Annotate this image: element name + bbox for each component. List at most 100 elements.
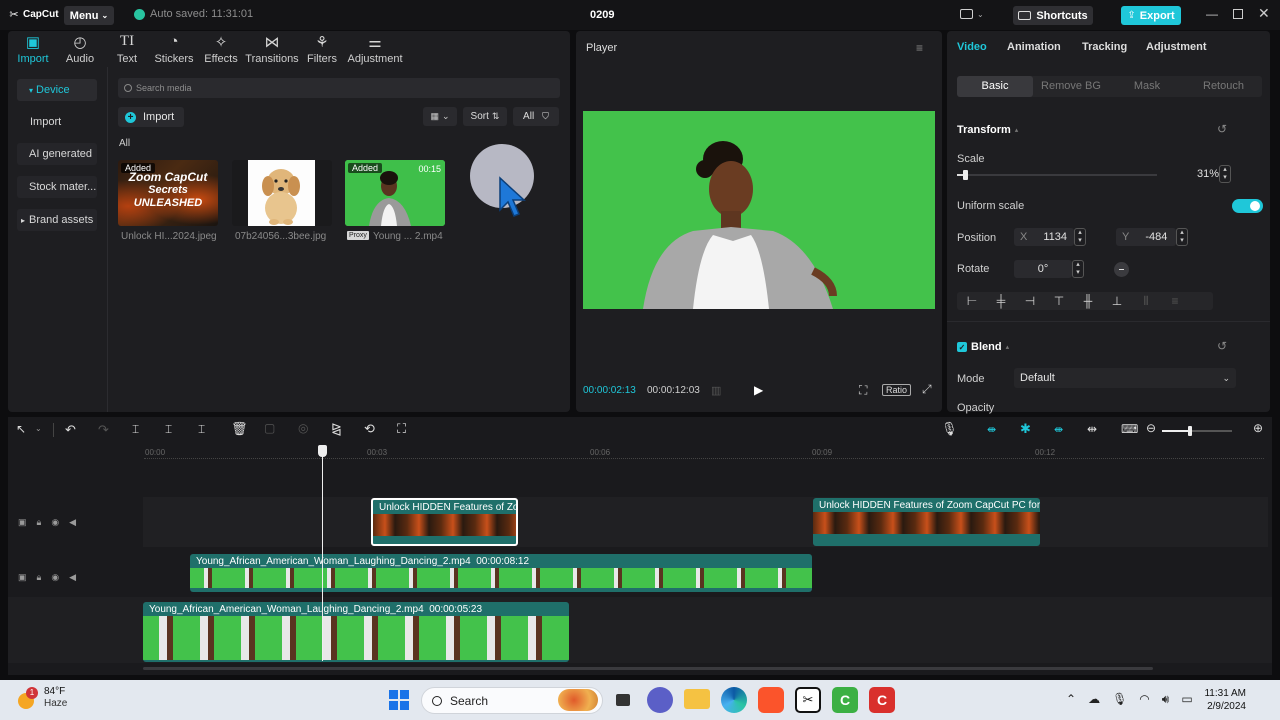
crop-icon[interactable]: ⛶: [397, 421, 406, 437]
preview-axis-icon[interactable]: ⇹: [1087, 422, 1097, 436]
tab-adjustment[interactable]: Adjustment: [1146, 41, 1207, 53]
screenshot-icon[interactable]: ⛶: [859, 383, 867, 398]
player-menu-icon[interactable]: ≡: [916, 41, 923, 55]
align-center-h-icon[interactable]: ╪: [990, 292, 1012, 310]
rotate-dial[interactable]: [1114, 262, 1129, 277]
timeline-clip-image-1[interactable]: Unlock HIDDEN Features of Zoo: [371, 498, 518, 546]
brave-icon[interactable]: [758, 687, 784, 713]
split-icon[interactable]: ⌶: [132, 422, 139, 437]
scale-slider[interactable]: [957, 170, 1157, 180]
position-x-input[interactable]: X 1134: [1014, 228, 1074, 246]
speaker-icon[interactable]: ◀: [69, 572, 76, 583]
track-toggle-icon[interactable]: ▣: [18, 517, 27, 528]
align-top-icon[interactable]: ⊤: [1048, 292, 1070, 310]
rotate-input[interactable]: 0°: [1014, 260, 1072, 278]
zoom-in-icon[interactable]: ⊕: [1253, 421, 1263, 435]
sidebar-item-import[interactable]: Import: [17, 111, 97, 133]
tab-adjustment[interactable]: ⚌ Adjustment: [345, 33, 405, 66]
timeline-clip-video-main[interactable]: Young_African_American_Woman_Laughing_Da…: [143, 602, 569, 662]
track-toggle-icon[interactable]: ▣: [18, 572, 27, 583]
position-y-stepper[interactable]: ▴ ▾: [1176, 228, 1188, 246]
tab-video[interactable]: Video: [957, 41, 1007, 53]
lock-icon[interactable]: 🔒︎: [37, 517, 42, 528]
volume-icon[interactable]: 🔊︎: [1162, 692, 1170, 707]
layout-button[interactable]: ⌄: [960, 9, 984, 19]
maximize-button[interactable]: [1233, 9, 1243, 19]
sidebar-item-device[interactable]: ▾ Device: [17, 79, 97, 101]
tab-filters[interactable]: ⚘ Filters: [297, 33, 347, 66]
battery-icon[interactable]: ▭: [1181, 692, 1192, 707]
scale-stepper[interactable]: ▴ ▾: [1219, 165, 1231, 183]
select-tool-icon[interactable]: ↖: [16, 422, 26, 436]
timeline-clip-video-1[interactable]: Young_African_American_Woman_Laughing_Da…: [190, 554, 812, 592]
view-toggle-button[interactable]: ▦ ⌄: [423, 107, 457, 126]
sidebar-item-ai-generated[interactable]: AI generated: [17, 143, 97, 165]
playhead[interactable]: [322, 445, 323, 661]
export-button[interactable]: ⇪ Export: [1121, 6, 1181, 25]
split-left-icon[interactable]: ⌶: [165, 422, 172, 437]
import-button[interactable]: + Import: [118, 107, 184, 127]
tab-tracking[interactable]: Tracking: [1082, 41, 1146, 53]
tab-animation[interactable]: Animation: [1007, 41, 1082, 53]
zoom-slider[interactable]: [1162, 426, 1232, 436]
chevron-down-icon[interactable]: ⌄: [35, 424, 42, 433]
linkage-icon[interactable]: ⇼: [1054, 423, 1063, 436]
eye-icon[interactable]: ◉: [51, 572, 59, 583]
playhead-handle[interactable]: [318, 445, 327, 457]
microphone-icon[interactable]: 🎙︎: [941, 421, 958, 437]
ratio-button[interactable]: Ratio: [882, 384, 912, 396]
camtasia-green-icon[interactable]: C: [832, 687, 858, 713]
main-track-magnet-icon[interactable]: ⇼: [987, 423, 996, 436]
cloud-icon[interactable]: ☁: [1088, 692, 1100, 707]
split-right-icon[interactable]: ⌶: [198, 422, 205, 437]
chevron-up-icon[interactable]: ⌃: [1066, 692, 1076, 707]
sort-button[interactable]: Sort ⇅: [463, 107, 507, 126]
fullscreen-icon[interactable]: ⤢: [922, 382, 932, 397]
filter-button[interactable]: All ⛉: [513, 107, 559, 126]
position-y-input[interactable]: Y -484: [1116, 228, 1176, 246]
subtab-remove-bg[interactable]: Remove BG: [1033, 76, 1109, 97]
undo-icon[interactable]: ↶: [65, 422, 76, 438]
timeline-scrollbar[interactable]: [143, 667, 1153, 670]
align-right-icon[interactable]: ⊣: [1019, 292, 1041, 310]
mode-select[interactable]: Default ⌄: [1014, 368, 1236, 388]
tab-text[interactable]: TI Text: [102, 33, 152, 66]
start-button[interactable]: [389, 690, 409, 710]
subtab-basic[interactable]: Basic: [957, 76, 1033, 97]
position-x-stepper[interactable]: ▴ ▾: [1074, 228, 1086, 246]
sidebar-item-stock[interactable]: Stock mater...: [17, 176, 97, 198]
teams-icon[interactable]: [647, 687, 673, 713]
align-center-v-icon[interactable]: ╫: [1077, 292, 1099, 310]
scale-input[interactable]: 31%: [1169, 165, 1225, 183]
timeline-clip-image-2[interactable]: Unlock HIDDEN Features of Zoom CapCut PC…: [813, 498, 1040, 546]
scale-slider-handle[interactable]: [963, 170, 968, 180]
time-ruler[interactable]: 00:00 00:03 00:06 00:09 00:12: [144, 445, 1264, 459]
zoom-slider-handle[interactable]: [1188, 426, 1192, 436]
eye-icon[interactable]: ◉: [51, 517, 59, 528]
weather-widget[interactable]: 1 84°F Haze: [16, 686, 67, 710]
auto-snap-icon[interactable]: ✱: [1020, 421, 1031, 437]
media-item-young-mp4[interactable]: Added 00:15: [345, 160, 445, 226]
align-left-icon[interactable]: ⊢: [961, 292, 983, 310]
tab-audio[interactable]: ◴ Audio: [55, 33, 105, 66]
reset-transform-icon[interactable]: ↺: [1217, 122, 1227, 136]
rotate-icon[interactable]: ⟲: [364, 421, 375, 437]
caption-icon[interactable]: ⌨: [1121, 422, 1138, 436]
camtasia-red-icon[interactable]: C: [869, 687, 895, 713]
minimize-button[interactable]: —: [1206, 7, 1218, 21]
edge-icon[interactable]: [721, 687, 747, 713]
media-item-unlock-jpeg[interactable]: Added Zoom CapCut Secrets UNLEASHED: [118, 160, 218, 226]
file-explorer-icon[interactable]: [684, 689, 710, 709]
rotate-stepper[interactable]: ▴ ▾: [1072, 260, 1084, 278]
capcut-taskbar-icon[interactable]: ✂: [795, 687, 821, 713]
menu-button[interactable]: Menu ⌄: [64, 6, 114, 25]
subtab-retouch[interactable]: Retouch: [1185, 76, 1262, 97]
media-item-dog-jpg[interactable]: [232, 160, 332, 226]
tab-import[interactable]: ▣ Import: [8, 33, 58, 66]
tab-effects[interactable]: ✧ Effects: [196, 33, 246, 66]
align-bottom-icon[interactable]: ⊥: [1106, 292, 1128, 310]
tab-transitions[interactable]: ⋈ Transitions: [244, 33, 300, 66]
subtab-mask[interactable]: Mask: [1109, 76, 1185, 97]
blend-header[interactable]: ✓ Blend ▴: [957, 341, 1009, 353]
lock-icon[interactable]: 🔒︎: [37, 572, 42, 583]
